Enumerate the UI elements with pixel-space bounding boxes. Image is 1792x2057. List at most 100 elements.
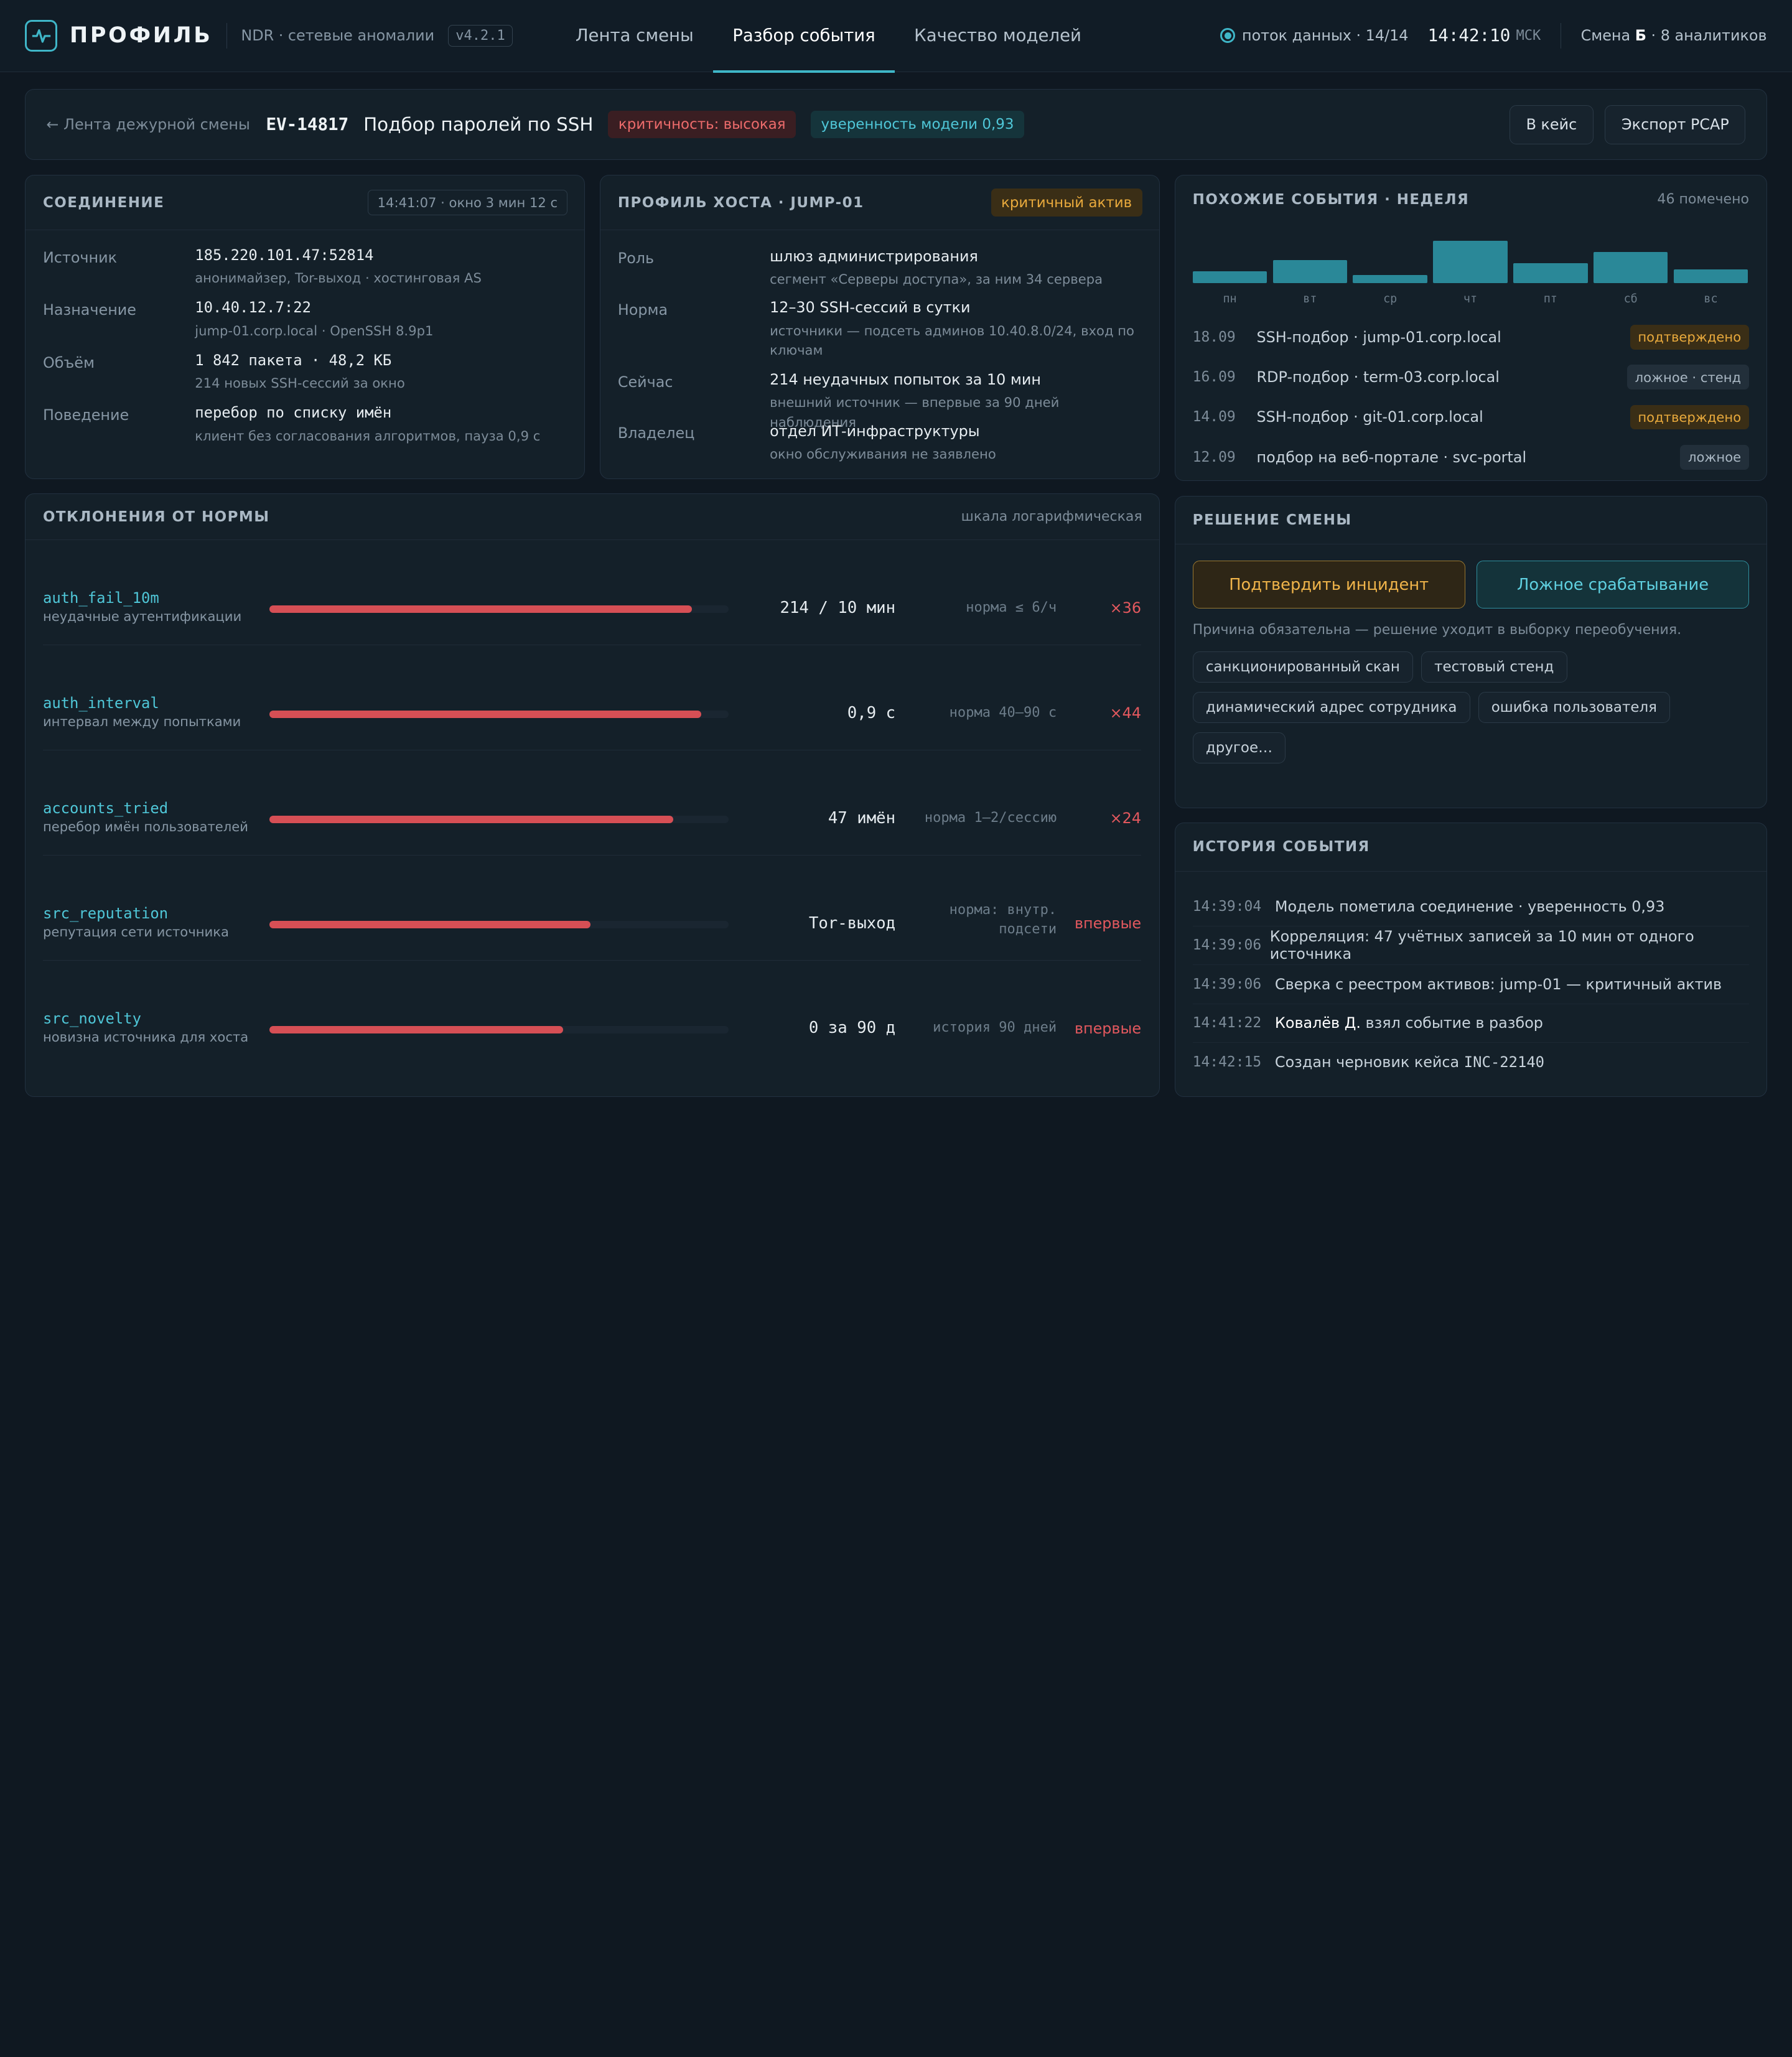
- metric-norm-line: норма ≤ 6/ч: [966, 599, 1057, 615]
- reason-chip[interactable]: ошибка пользователя: [1478, 691, 1671, 723]
- deviation-row[interactable]: src_novelty новизна источника для хоста 0 …: [43, 961, 1141, 1066]
- deviation-row[interactable]: src_reputation репутация сети источника To…: [42, 856, 1142, 961]
- reason-chip[interactable]: динамический адрес сотрудника: [1192, 691, 1470, 723]
- critical-asset-badge: критичный актив: [991, 189, 1142, 217]
- deviation-bar-track: [269, 1025, 729, 1034]
- export-pcap-button[interactable]: Экспорт PCAP: [1605, 105, 1746, 144]
- detail-value: отдел ИТ-инфраструктуры: [770, 422, 980, 440]
- metric-norm: норма 40–90 с: [950, 704, 1057, 723]
- scale-note: шкала логарифмическая: [961, 509, 1142, 525]
- detail-value: 185.220.101.47:52814: [195, 246, 374, 264]
- detail-key: Сейчас: [617, 373, 673, 391]
- connection-details: Источник 185.220.101.47:52814 анонимайзер…: [26, 230, 584, 457]
- metric-value: 0 за 90 д: [808, 1019, 896, 1038]
- metric-name: auth_fail_10m: [42, 589, 159, 607]
- day-label: чт: [1463, 292, 1478, 306]
- panel-title: История события: [1192, 839, 1370, 856]
- history-list: 14:39:04 Модель пометила соединение · ув…: [1175, 872, 1766, 1082]
- tab-model-quality[interactable]: Качество моделей: [895, 0, 1101, 72]
- divider: [226, 23, 228, 49]
- event-header: ← Лента дежурной смены EV-14817 Подбор п…: [25, 89, 1767, 161]
- similar-event-row[interactable]: 16.09 RDP-подбор · term-03.corp.local ло…: [1175, 357, 1766, 397]
- detail-row: Назначение 10.40.12.7:22 jump-01.corp.loc…: [26, 299, 584, 351]
- history-actor: Ковалёв Д.: [1274, 1014, 1361, 1032]
- day-label: вт: [1303, 292, 1317, 306]
- back-link[interactable]: ← Лента дежурной смены: [46, 116, 250, 133]
- deviation-row[interactable]: auth_interval интервал между попытками 0,9…: [42, 645, 1142, 750]
- metric-name: src_novelty: [42, 1009, 141, 1027]
- history-item: 14:39:04 Модель пометила соединение · ув…: [1192, 887, 1749, 926]
- time-window-chip: 14:41:07 · окно 3 мин 12 с: [367, 189, 567, 216]
- shift-suffix: · 8 аналитиков: [1646, 27, 1767, 45]
- tab-event-review[interactable]: Разбор события: [713, 0, 895, 73]
- deviation-multiplier: ×36: [1109, 599, 1142, 617]
- event-title: Подбор паролей по SSH: [363, 114, 594, 136]
- day-label: сб: [1623, 292, 1638, 306]
- history-time: 14:39:06: [1192, 937, 1262, 954]
- stream-status: поток данных · 14/14: [1241, 27, 1409, 45]
- metric-norm: норма ≤ 6/ч: [966, 599, 1057, 618]
- host-details: Роль шлюз администрирования сегмент «Серв…: [600, 230, 1159, 473]
- reason-chip[interactable]: тестовый стенд: [1421, 651, 1567, 683]
- tab-shift-feed[interactable]: Лента смены: [556, 0, 713, 72]
- deviation-bar-track: [269, 920, 729, 929]
- confidence-badge: уверенность модели 0,93: [810, 111, 1024, 139]
- event-actions: В кейс Экспорт PCAP: [1509, 105, 1746, 144]
- reason-chip[interactable]: санкционированный скан: [1192, 651, 1414, 683]
- case-id: INC-22140: [1463, 1053, 1545, 1071]
- event-date: 12.09: [1192, 449, 1236, 465]
- connection-panel: Соединение 14:41:07 · окно 3 мин 12 с Ис…: [25, 175, 586, 479]
- history-panel: История события 14:39:04 Модель пометила…: [1175, 823, 1767, 1098]
- detail-key: Назначение: [42, 301, 136, 319]
- reason-chip[interactable]: другое…: [1192, 732, 1286, 763]
- day-bar-fill: [1673, 269, 1748, 283]
- confirm-incident-button[interactable]: Подтвердить инцидент: [1192, 560, 1465, 609]
- panel-header: История события: [1175, 823, 1766, 872]
- day-bar-fill: [1353, 274, 1427, 283]
- weekly-histogram: пн вт ср чт пт сб вс: [1192, 237, 1749, 306]
- history-text: Модель пометила соединение · уверенность…: [1274, 897, 1665, 915]
- metric-norm-line: подсети: [999, 921, 1057, 938]
- main-nav: Лента смены Разбор события Качество моде…: [556, 0, 1101, 73]
- history-item: 14:41:22 Ковалёв Д. взял событие в разбо…: [1192, 1004, 1749, 1043]
- detail-row: Объём 1 842 пакета · 48,2 КБ 214 новых SS…: [26, 352, 584, 404]
- history-item: 14:42:15 Создан черновик кейса INC-22140: [1193, 1043, 1749, 1081]
- detail-note: источники — подсеть админов 10.40.8.0/24…: [770, 322, 1134, 358]
- deviation-row[interactable]: auth_fail_10m неудачные аутентификации 214…: [42, 540, 1142, 645]
- panel-header: Соединение 14:41:07 · окно 3 мин 12 с: [26, 175, 585, 231]
- deviations-panel: Отклонения от нормы шкала логарифмическа…: [25, 493, 1160, 1098]
- event-date: 14.09: [1192, 409, 1236, 426]
- metric-description: репутация сети источника: [42, 924, 229, 940]
- detail-row: Источник 185.220.101.47:52814 анонимайзер…: [26, 246, 584, 299]
- deviation-row[interactable]: accounts_tried перебор имён пользователей…: [42, 750, 1142, 856]
- day-label: ср: [1383, 292, 1398, 306]
- host-profile-panel: Профиль хоста · JUMP-01 критичный актив …: [600, 175, 1160, 479]
- similar-event-row[interactable]: 18.09 SSH-подбор · jump-01.corp.local по…: [1175, 317, 1766, 357]
- metric-norm: норма 1–2/сессию: [925, 809, 1057, 828]
- shift-letter: Б: [1635, 27, 1646, 45]
- deviation-multiplier: ×44: [1109, 704, 1142, 722]
- similar-events-list: 18.09 SSH-подбор · jump-01.corp.local по…: [1175, 306, 1766, 477]
- false-positive-button[interactable]: Ложное срабатывание: [1477, 560, 1749, 609]
- day-bar: пн: [1192, 237, 1267, 306]
- panel-header: Профиль хоста · JUMP-01 критичный актив: [600, 175, 1160, 231]
- history-time: 14:41:22: [1192, 1015, 1262, 1032]
- similar-event-row[interactable]: 14.09 SSH-подбор · git-01.corp.local под…: [1175, 397, 1766, 437]
- detail-value: 10.40.12.7:22: [195, 299, 311, 317]
- add-to-case-button[interactable]: В кейс: [1509, 105, 1594, 144]
- metric-norm-line: норма 40–90 с: [949, 704, 1057, 721]
- shift-prefix: Смена: [1580, 27, 1635, 45]
- history-time: 14:39:04: [1192, 898, 1262, 915]
- similar-event-row[interactable]: 12.09 подбор на веб-портале · svc-portal…: [1175, 437, 1766, 477]
- product-name: NDR · сетевые аномалии: [241, 27, 435, 45]
- detail-row: Норма 12–30 SSH-сессий в сутки источники …: [600, 299, 1159, 371]
- detail-key: Владелец: [617, 424, 695, 442]
- panel-header: Отклонения от нормы шкала логарифмическа…: [26, 494, 1160, 540]
- metric-description: новизна источника для хоста: [42, 1029, 249, 1045]
- panel-title: Отклонения от нормы: [42, 508, 270, 525]
- top-bar: ПРОФИЛЬ NDR · сетевые аномалии v4.2.1 Ле…: [0, 0, 1792, 73]
- deviation-bar-fill: [269, 920, 591, 929]
- detail-note: 214 новых SSH-сессий за окно: [195, 375, 405, 391]
- decision-buttons: Подтвердить инцидент Ложное срабатывание: [1175, 544, 1766, 609]
- day-bar-fill: [1192, 271, 1267, 283]
